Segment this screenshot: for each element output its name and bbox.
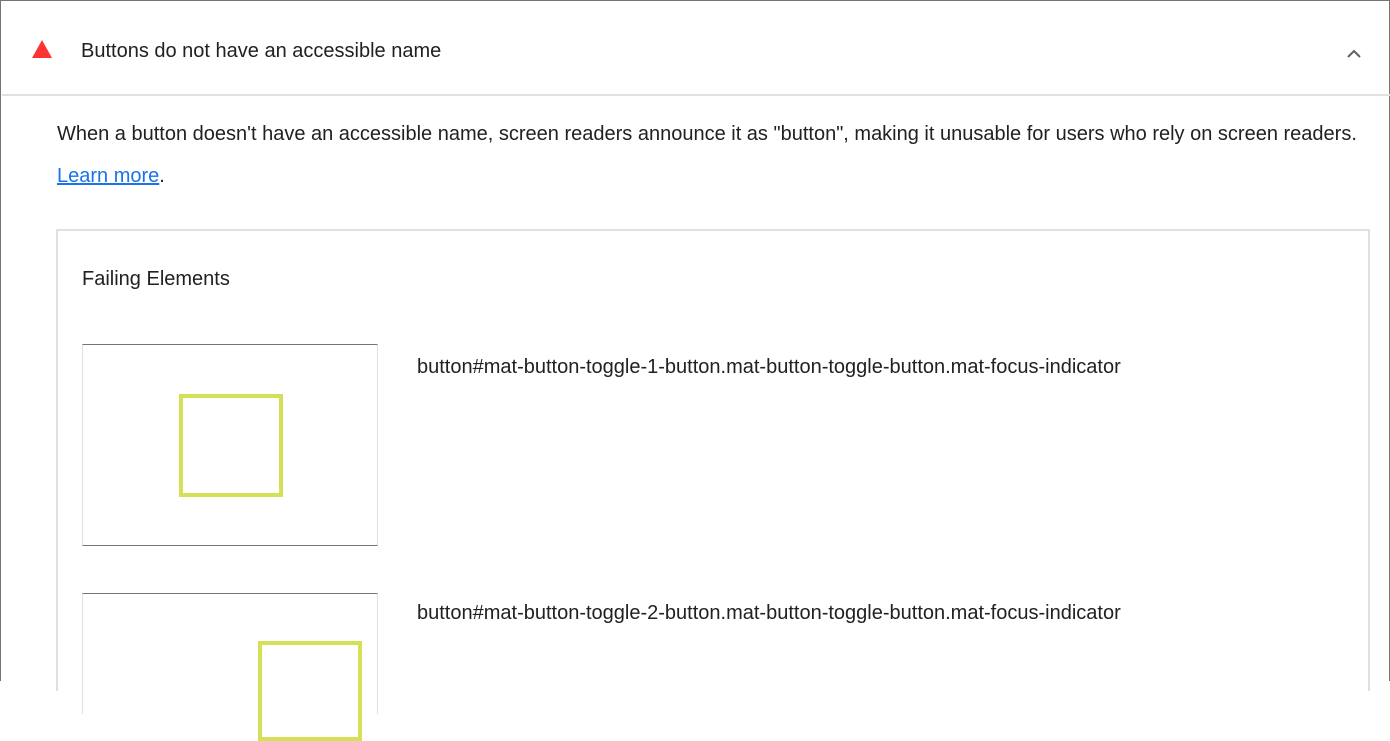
element-selector[interactable]: button#mat-button-toggle-2-button.mat-bu… [417,601,1121,625]
element-highlight-box [179,394,283,497]
audit-card: Buttons do not have an accessible name W… [0,0,1390,741]
element-highlight-box [258,641,362,741]
element-selector[interactable]: button#mat-button-toggle-1-button.mat-bu… [417,355,1121,379]
audit-header[interactable]: Buttons do not have an accessible name [2,2,1390,96]
element-screenshot [82,593,378,741]
learn-more-link[interactable]: Learn more [57,165,159,187]
failing-elements-panel: Failing Elements button#mat-button-toggl… [56,229,1370,741]
failing-elements-title: Failing Elements [82,268,230,290]
warning-triangle-icon [32,40,52,58]
audit-title: Buttons do not have an accessible name [81,40,442,62]
element-screenshot [82,344,378,546]
description-text: When a button doesn't have an accessible… [57,123,1357,145]
chevron-up-icon[interactable] [1346,48,1362,60]
description-trailing: . [159,165,165,187]
audit-description: When a button doesn't have an accessible… [57,113,1367,197]
